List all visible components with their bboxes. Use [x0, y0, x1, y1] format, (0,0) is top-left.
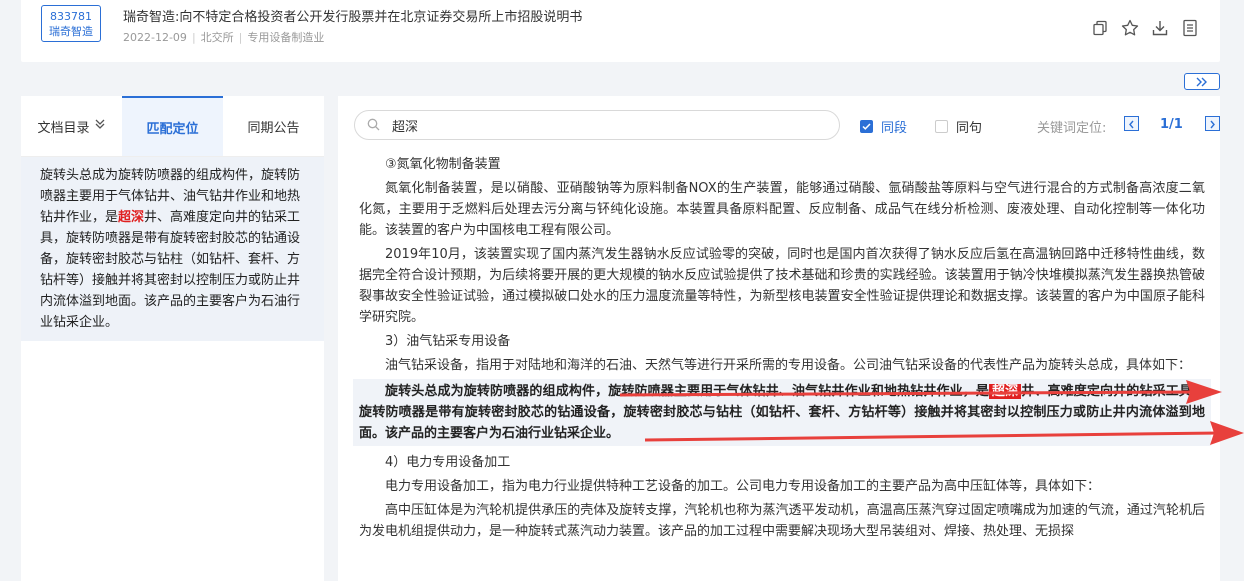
option-same-paragraph[interactable]: 同段: [860, 117, 907, 136]
keyword-locate-label: 关键词定位:: [1037, 121, 1107, 136]
chevron-right-icon: [1209, 114, 1216, 133]
publish-date: 2022-12-09: [123, 31, 187, 44]
double-chevron-down-icon: [94, 118, 106, 134]
chevron-left-icon: [1128, 114, 1135, 133]
left-panel: 文档目录 匹配定位 同期公告 旋转头总成为旋转防喷器的组成构件，旋转防喷器主要用…: [21, 96, 324, 581]
matched-paragraph: 旋转头总成为旋转防喷器的组成构件，旋转防喷器主要用于气体钻井、油气钻井作业和地热…: [353, 379, 1211, 446]
paragraph: 2019年10月，该装置实现了国内蒸汽发生器钠水反应试验零的突破，同时也是国内首…: [359, 247, 1205, 325]
match-result-item[interactable]: 旋转头总成为旋转防喷器的组成构件，旋转防喷器主要用于气体钻井、油气钻井作业和地热…: [21, 157, 324, 341]
prev-match-button[interactable]: [1124, 116, 1139, 131]
tab-same-period-announcements[interactable]: 同期公告: [223, 96, 324, 156]
header-actions: [1090, 18, 1200, 38]
section-heading: ③氮氧化物制备装置: [385, 157, 501, 172]
match-keyword: 超深: [118, 210, 145, 225]
star-icon[interactable]: [1120, 18, 1140, 38]
document-icon[interactable]: [1180, 18, 1200, 38]
paragraph: 氮氧化制备装置，是以硝酸、亚硝酸钠等为原料制备NOX的生产装置，能够通过硝酸、氩…: [359, 181, 1205, 238]
download-icon[interactable]: [1150, 18, 1170, 38]
section-heading: 3）油气钻采专用设备: [385, 334, 511, 349]
document-title[interactable]: 瑞奇智造:向不特定合格投资者公开发行股票并在北京证券交易所上市招股说明书: [123, 6, 582, 25]
search-input[interactable]: [390, 116, 814, 134]
exchange-name: 北交所: [200, 31, 234, 44]
document-header: 833781 瑞奇智造 瑞奇智造:向不特定合格投资者公开发行股票并在北京证券交易…: [21, 0, 1220, 62]
document-meta: 2022-12-09 | 北交所 | 专用设备制造业: [123, 31, 325, 44]
left-tabs: 文档目录 匹配定位 同期公告: [21, 96, 324, 157]
industry-name: 专用设备制造业: [247, 31, 325, 44]
paragraph: 油气钻采设备，指用于对陆地和海洋的石油、天然气等进行开采所需的专用设备。公司油气…: [385, 358, 1192, 373]
stock-short-name: 瑞奇智造: [49, 25, 93, 38]
tab-match-locate[interactable]: 匹配定位: [122, 96, 223, 156]
paragraph: 高中压缸体是为汽轮机提供承压的壳体及旋转支撑，汽轮机也称为蒸汽透平发动机，高温高…: [359, 503, 1205, 539]
paragraph: 电力专用设备加工，指为电力行业提供特种工艺设备的加工。公司电力专用设备加工的主要…: [385, 479, 1101, 494]
option-same-sentence[interactable]: 同句: [935, 117, 982, 136]
stock-code: 833781: [50, 10, 92, 23]
tab-document-outline[interactable]: 文档目录: [21, 96, 122, 156]
document-content: ③氮氧化物制备装置 氮氧化制备装置，是以硝酸、亚硝酸钠等为原料制备NOX的生产装…: [353, 154, 1211, 545]
next-match-button[interactable]: [1205, 116, 1220, 131]
checkbox-unchecked-icon[interactable]: [935, 120, 948, 133]
stock-code-badge[interactable]: 833781 瑞奇智造: [41, 5, 101, 42]
copy-icon[interactable]: [1090, 18, 1110, 38]
match-page-indicator: 1/1: [1160, 117, 1183, 132]
section-heading: 4）电力专用设备加工: [385, 455, 511, 470]
document-viewer: 同段 同句 关键词定位: 1/1 ③氮氧化物制备装置 氮氧化制备装置，是以硝酸、…: [338, 96, 1220, 581]
search-box[interactable]: [354, 110, 840, 140]
highlighted-keyword: 超深: [989, 384, 1022, 399]
search-icon: [367, 116, 380, 135]
expand-panel-button[interactable]: [1184, 73, 1220, 90]
checkbox-checked-icon[interactable]: [860, 120, 873, 133]
double-chevron-right-icon: [1194, 72, 1210, 91]
